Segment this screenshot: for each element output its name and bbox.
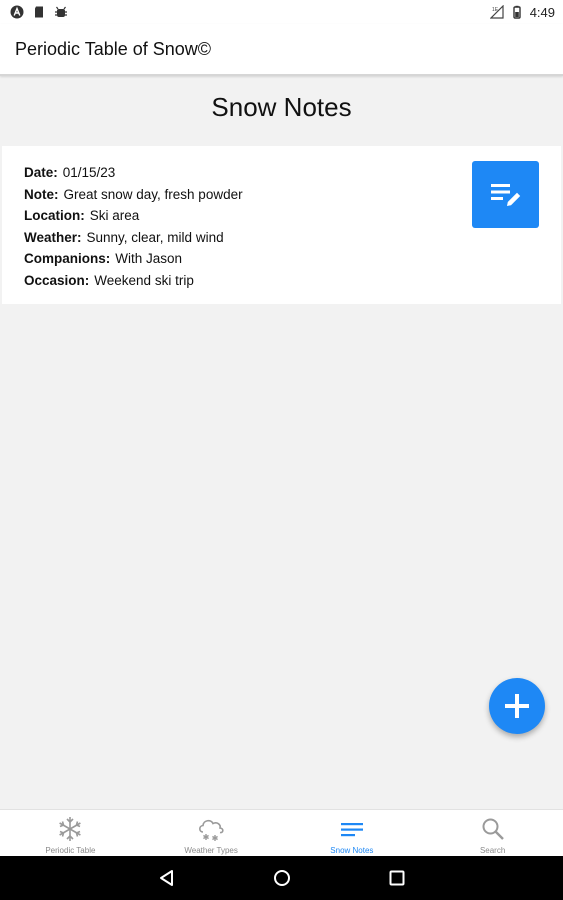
no-signal-icon: 1E (489, 5, 504, 19)
status-time: 4:49 (529, 4, 555, 20)
bottom-nav: Periodic Table Weather Types Snow Notes … (0, 809, 563, 856)
note-row-occasion: Occasion: Weekend ski trip (24, 270, 243, 292)
snowflake-icon (59, 817, 82, 841)
svg-text:1E: 1E (492, 7, 499, 13)
note-key: Date: (24, 165, 58, 180)
sd-card-icon (35, 6, 43, 18)
note-key: Companions: (24, 251, 111, 266)
note-key: Weather: (24, 229, 82, 245)
snow-cloud-icon (199, 819, 224, 841)
notes-lines-icon (340, 823, 363, 837)
note-value: With Jason (115, 251, 183, 266)
android-debug-icon (55, 6, 67, 17)
search-icon (482, 818, 504, 840)
page-title: Snow Notes (211, 92, 352, 122)
edit-note-button[interactable] (472, 161, 539, 228)
nav-label: Weather Types (184, 846, 238, 855)
recents-icon[interactable] (387, 868, 407, 888)
note-value: Great snow day, fresh powder (63, 186, 243, 202)
note-key: Location: (24, 208, 85, 223)
note-value: Weekend ski trip (94, 272, 194, 288)
note-value: Sunny, clear, mild wind (86, 229, 224, 245)
nav-label: Snow Notes (330, 846, 374, 855)
note-row-location: Location: Ski area (24, 205, 243, 227)
battery-icon (512, 5, 521, 19)
plus-icon (505, 694, 529, 718)
note-row-companions: Companions: With Jason (24, 248, 243, 270)
nav-label: Search (479, 846, 506, 855)
nav-item-weather-types[interactable]: Weather Types (141, 810, 282, 856)
note-row-date: Date: 01/15/23 (24, 162, 243, 184)
nav-item-periodic-table[interactable]: Periodic Table (0, 810, 141, 856)
app-a-icon (10, 5, 24, 19)
note-value: 01/15/23 (62, 165, 116, 180)
system-nav-bar (0, 856, 563, 900)
note-key: Occasion: (24, 272, 90, 288)
nav-label: Periodic Table (45, 846, 96, 855)
note-row-note: Note: Great snow day, fresh powder (24, 184, 243, 206)
home-icon[interactable] (272, 868, 292, 888)
add-note-button[interactable] (489, 678, 545, 734)
status-left-icons (10, 5, 68, 19)
note-fields: Date: 01/15/23 Note: Great snow day, fresh… (24, 162, 243, 291)
note-row-weather: Weather: Sunny, clear, mild wind (24, 227, 243, 249)
note-key: Note: (24, 186, 59, 202)
status-bar: 1E 4:49 (0, 0, 563, 24)
note-value: Ski area (89, 208, 140, 223)
app-title: Periodic Table of Snow© (15, 38, 212, 59)
note-card[interactable]: Date: 01/15/23 Note: Great snow day, fresh… (2, 146, 561, 304)
nav-item-snow-notes[interactable]: Snow Notes (282, 810, 423, 856)
nav-item-search[interactable]: Search (422, 810, 563, 856)
status-right: 1E 4:49 (489, 4, 555, 20)
back-icon[interactable] (157, 868, 177, 888)
app-bar: Periodic Table of Snow© (0, 24, 563, 76)
edit-note-icon (490, 183, 520, 206)
